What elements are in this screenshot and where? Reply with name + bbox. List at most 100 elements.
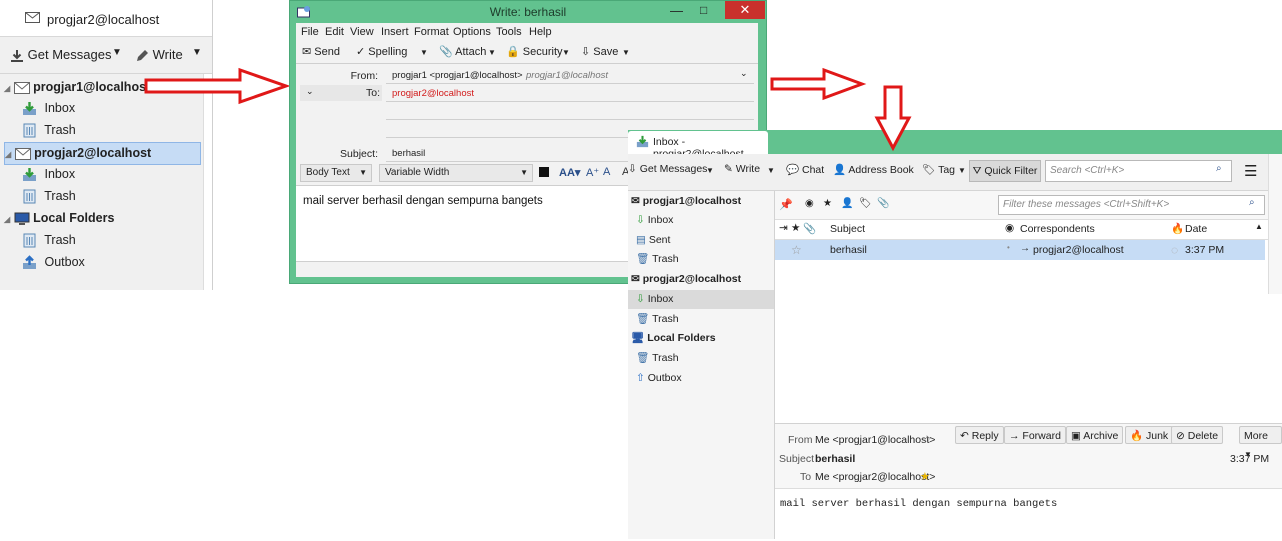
get-messages-dropdown-icon[interactable]: ▼: [706, 166, 714, 175]
search-input[interactable]: Search <Ctrl+K> ⌕: [1045, 160, 1232, 182]
paragraph-format-select[interactable]: Body Text ▼: [300, 164, 372, 182]
delete-button[interactable]: ⊘ Delete: [1171, 426, 1224, 444]
read-column-icon[interactable]: ◉: [1005, 222, 1014, 234]
folder-trash-progjar1[interactable]: 🗑 Trash: [628, 250, 774, 269]
date-column[interactable]: Date: [1185, 223, 1207, 235]
junk-column-icon[interactable]: 🔥: [1171, 222, 1184, 235]
more-button[interactable]: More ▼: [1239, 426, 1282, 459]
folder-trash-local[interactable]: Trash: [22, 230, 76, 251]
write-button[interactable]: Write: [135, 44, 183, 66]
get-messages-button[interactable]: Get Messages: [10, 44, 111, 66]
star-icon[interactable]: ☆: [791, 243, 802, 257]
font-size-icon[interactable]: AA▾: [559, 166, 580, 179]
folder-local-folders[interactable]: ◢ Local Folders: [4, 208, 114, 229]
unread-filter-icon[interactable]: ◉: [805, 198, 814, 209]
menu-file[interactable]: File: [301, 26, 319, 38]
larger-font-icon[interactable]: A⁺: [586, 166, 599, 179]
star-column-icon[interactable]: ★: [791, 222, 800, 234]
close-icon[interactable]: ✕: [725, 1, 765, 19]
get-messages-button[interactable]: ⇩ Get Messages: [628, 163, 707, 175]
menu-hamburger-icon[interactable]: ☰: [1244, 162, 1257, 180]
quick-filter-button[interactable]: ⛛ Quick Filter: [969, 160, 1041, 182]
folder-local-folders[interactable]: 🖥 Local Folders: [628, 329, 774, 348]
arrow-right-icon: [144, 67, 291, 105]
folder-inbox-progjar2[interactable]: ⇩ Inbox: [628, 290, 774, 309]
spelling-dropdown-icon[interactable]: ▼: [420, 48, 428, 57]
get-messages-dropdown-icon[interactable]: ▼: [112, 47, 122, 58]
filter-input[interactable]: Filter these messages <Ctrl+Shift+K> ⌕: [998, 195, 1265, 215]
star-icon[interactable]: ☆: [922, 433, 932, 446]
from-dropdown-icon[interactable]: ⌄: [740, 68, 748, 79]
inbox-icon: ⇩: [636, 293, 645, 305]
maximize-icon[interactable]: □: [700, 3, 707, 17]
to-value[interactable]: Me <progjar2@localhost>: [815, 471, 935, 483]
chat-button[interactable]: 💬 Chat: [786, 163, 824, 176]
recipient-type[interactable]: ⌄ To:: [300, 85, 382, 101]
to-field[interactable]: progjar2@localhost: [386, 85, 754, 102]
forward-button[interactable]: → Forward: [1004, 426, 1066, 444]
font-select[interactable]: Variable Width ▼: [379, 164, 533, 182]
folder-account-progjar1[interactable]: ✉ progjar1@localhost: [628, 192, 774, 211]
contact-filter-icon[interactable]: 👤: [841, 198, 853, 209]
inbox-tab[interactable]: Inbox - progjar2@localhost: [628, 131, 768, 160]
folder-trash-local[interactable]: 🗑 Trash: [628, 349, 774, 368]
spelling-button[interactable]: ✓ Spelling: [356, 45, 407, 58]
chevron-down-icon: ⌄: [306, 86, 314, 96]
smaller-font-icon[interactable]: A: [603, 166, 610, 178]
archive-button[interactable]: ▣ Archive: [1066, 426, 1124, 444]
folder-inbox-progjar1[interactable]: ⇩ Inbox: [628, 211, 774, 230]
junk-status-icon[interactable]: ◌: [1171, 243, 1178, 257]
menu-help[interactable]: Help: [529, 26, 552, 38]
send-button[interactable]: ✉ Send: [302, 45, 340, 58]
pin-icon[interactable]: 📌: [779, 198, 793, 211]
attach-button[interactable]: 📎 Attach: [439, 45, 486, 58]
write-dropdown-icon[interactable]: ▼: [767, 166, 775, 175]
folder-inbox-progjar2[interactable]: Inbox: [22, 164, 75, 185]
from-field[interactable]: progjar1 <progjar1@localhost> progjar1@l…: [386, 67, 754, 84]
tag-button[interactable]: 🏷 Tag ▼: [922, 163, 966, 176]
menu-insert[interactable]: Insert: [381, 26, 409, 38]
menu-format[interactable]: Format: [414, 26, 449, 38]
save-button[interactable]: ⇩ Save: [581, 45, 618, 58]
write-button[interactable]: ✎ Write: [724, 163, 760, 175]
folder-outbox-local[interactable]: Outbox: [22, 252, 85, 273]
write-dropdown-icon[interactable]: ▼: [192, 47, 202, 58]
text-color-icon[interactable]: [539, 167, 549, 177]
correspondents-column[interactable]: Correspondents: [1020, 223, 1095, 235]
menu-options[interactable]: Options: [453, 26, 491, 38]
tag-filter-icon[interactable]: 🏷: [859, 198, 872, 209]
address-book-button[interactable]: 👤 Address Book: [833, 163, 914, 176]
folder-account-progjar2[interactable]: ◢ progjar2@localhost: [4, 142, 201, 165]
trash-icon: [22, 189, 37, 204]
star-filter-icon[interactable]: ★: [823, 198, 832, 209]
read-status-icon[interactable]: •: [1007, 243, 1010, 252]
folder-inbox-progjar1[interactable]: Inbox: [22, 98, 75, 119]
font-value: Variable Width: [385, 167, 450, 178]
junk-button[interactable]: 🔥 Junk: [1125, 426, 1174, 444]
security-dropdown-icon[interactable]: ▼: [562, 48, 570, 57]
menu-edit[interactable]: Edit: [325, 26, 344, 38]
attachment-filter-icon[interactable]: 📎: [877, 198, 889, 209]
reply-button[interactable]: ↶ Reply: [955, 426, 1004, 444]
save-dropdown-icon[interactable]: ▼: [622, 48, 630, 57]
security-button[interactable]: 🔒 Security: [506, 45, 563, 58]
folder-account-progjar2[interactable]: ✉ progjar2@localhost: [628, 270, 774, 289]
folder-trash-progjar2[interactable]: Trash: [22, 186, 76, 207]
folder-outbox-local[interactable]: ⇧ Outbox: [628, 369, 774, 388]
attach-dropdown-icon[interactable]: ▼: [488, 48, 496, 57]
folder-trash-progjar2[interactable]: 🗑 Trash: [628, 310, 774, 329]
folder-trash-progjar1[interactable]: Trash: [22, 120, 76, 141]
empty-recipient-row[interactable]: [386, 119, 754, 120]
thread-column-icon[interactable]: ⇥: [779, 222, 788, 234]
star-filled-icon[interactable]: ★: [920, 470, 930, 483]
minimize-icon[interactable]: —: [670, 3, 683, 18]
menu-tools[interactable]: Tools: [496, 26, 522, 38]
account-tab[interactable]: progjar2@localhost: [0, 0, 212, 37]
from-value[interactable]: Me <progjar1@localhost>: [815, 434, 935, 446]
folder-label: Trash: [652, 352, 679, 364]
table-row[interactable]: ☆ berhasil • → progjar2@localhost ◌ 3:37…: [775, 240, 1265, 260]
attachment-column-icon[interactable]: 📎: [803, 222, 816, 235]
menu-view[interactable]: View: [350, 26, 374, 38]
folder-sent-progjar1[interactable]: ▤ Sent: [628, 231, 774, 250]
subject-column[interactable]: Subject: [830, 223, 865, 235]
